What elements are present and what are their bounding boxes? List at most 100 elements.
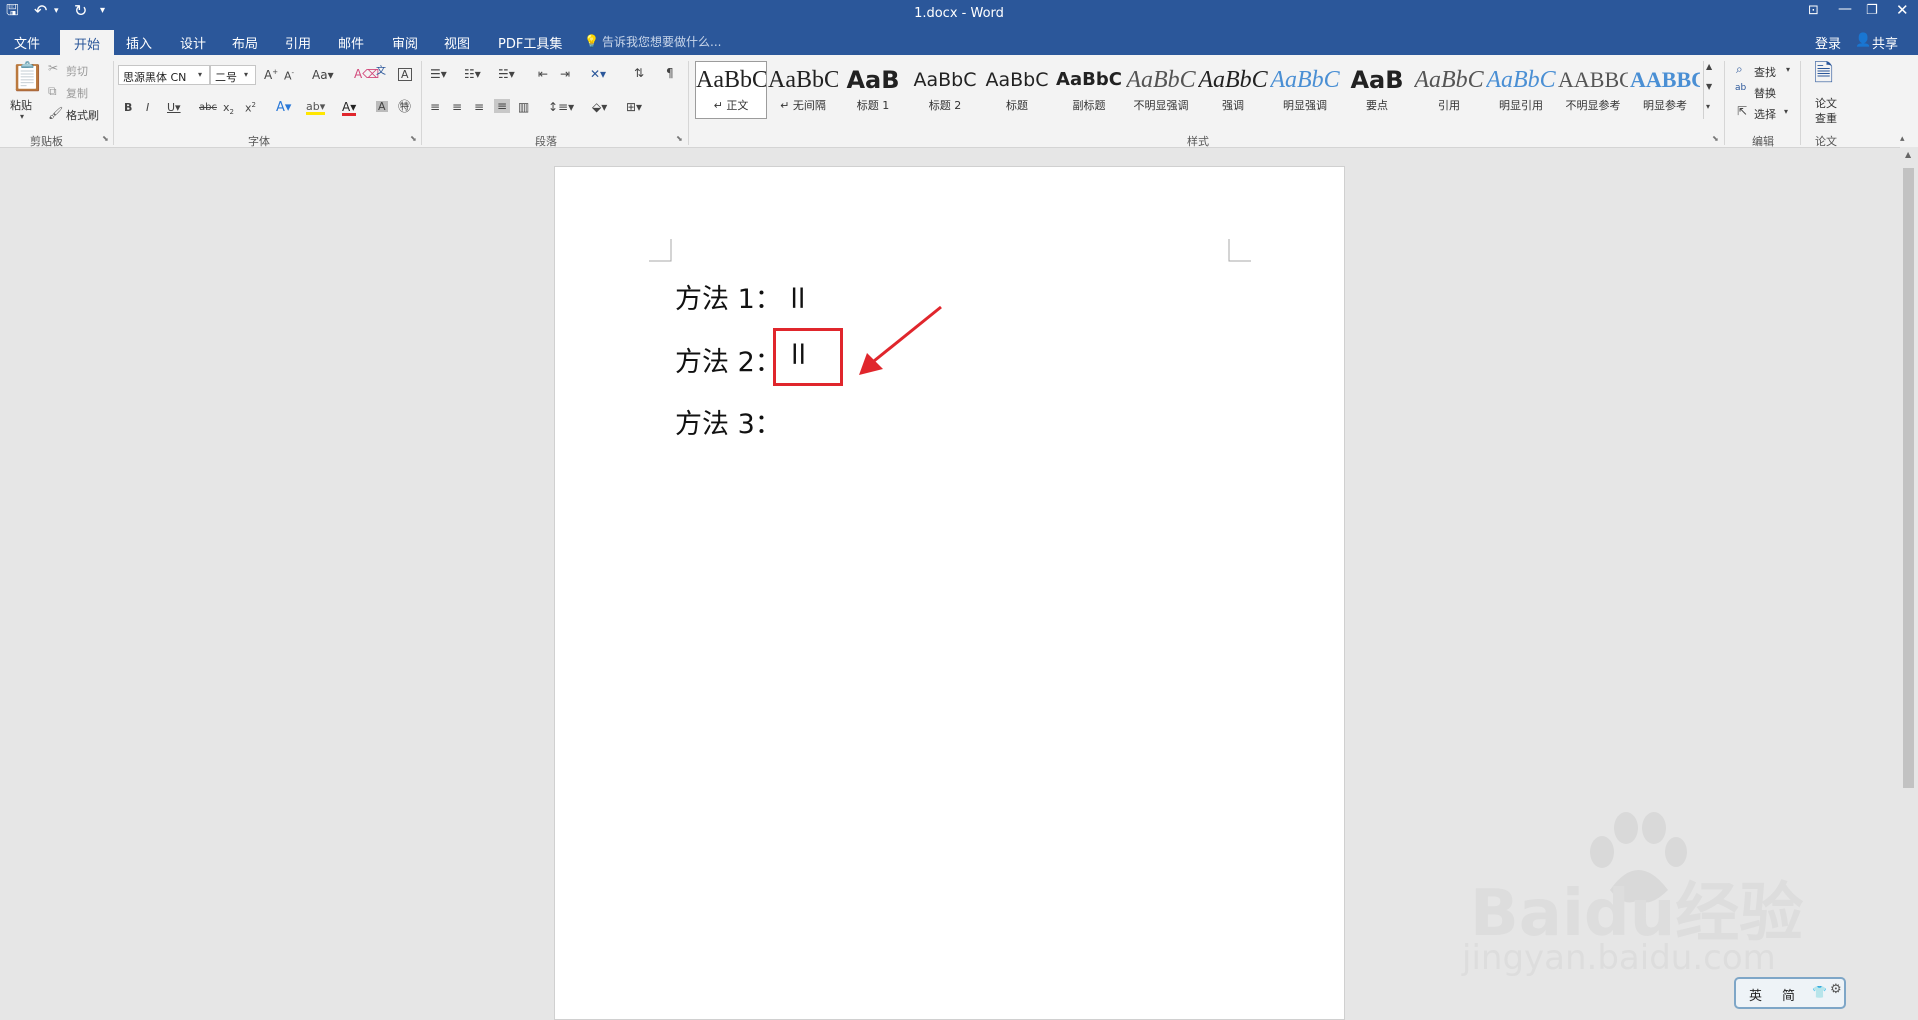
show-marks-icon[interactable]: ¶ bbox=[666, 67, 674, 79]
style-strong[interactable]: AaB 要点 bbox=[1342, 63, 1412, 117]
tab-view[interactable]: 视图 bbox=[444, 33, 470, 52]
dialog-launcher-icon[interactable]: ⬊ bbox=[1712, 135, 1719, 143]
copy-button[interactable]: 复制 bbox=[66, 85, 88, 101]
shading-icon[interactable]: ⬙▾ bbox=[592, 101, 607, 113]
cut-button[interactable]: 剪切 bbox=[66, 63, 88, 79]
scroll-up-arrow-icon[interactable]: ▲ bbox=[1905, 151, 1911, 159]
style-heading-2[interactable]: AaBbC 标题 2 bbox=[910, 63, 980, 117]
align-right-icon[interactable]: ≡ bbox=[474, 101, 484, 113]
align-left-icon[interactable]: ≡ bbox=[430, 101, 440, 113]
bullets-icon[interactable]: ☰▾ bbox=[430, 68, 447, 80]
font-color-icon[interactable]: A▾ bbox=[342, 101, 357, 116]
style-intense-quote[interactable]: AaBbC 明显引用 bbox=[1486, 63, 1556, 117]
collapse-ribbon-icon[interactable]: ▴ bbox=[1900, 135, 1905, 144]
tab-review[interactable]: 审阅 bbox=[392, 33, 418, 52]
style-subtitle[interactable]: AaBbC 副标题 bbox=[1054, 63, 1124, 117]
style-quote[interactable]: AaBbC 引用 bbox=[1414, 63, 1484, 117]
paper-check-button-line1[interactable]: 论文 bbox=[1815, 95, 1837, 111]
borders-icon[interactable]: ⊞▾ bbox=[626, 101, 642, 113]
distributed-icon[interactable]: ▥ bbox=[518, 101, 529, 113]
text-effects-icon[interactable]: A▾ bbox=[276, 101, 291, 114]
login-link[interactable]: 登录 bbox=[1815, 33, 1841, 52]
justify-icon[interactable]: ≡ bbox=[494, 99, 511, 113]
document-line-3[interactable]: 方法 3： bbox=[675, 402, 782, 441]
tab-file[interactable]: 文件 bbox=[14, 33, 40, 52]
paste-dropdown-icon[interactable]: ▾ bbox=[20, 113, 24, 121]
enclose-character-icon[interactable]: ㊕ bbox=[398, 101, 411, 114]
document-line-2[interactable]: 方法 2： bbox=[675, 340, 782, 379]
ime-lang-toggle[interactable]: 英 bbox=[1749, 985, 1762, 1004]
tab-insert[interactable]: 插入 bbox=[126, 33, 152, 52]
replace-button[interactable]: 替换 bbox=[1754, 85, 1776, 101]
subscript-icon[interactable]: x2 bbox=[223, 102, 234, 116]
scrollbar-thumb[interactable] bbox=[1903, 168, 1914, 788]
restore-icon[interactable]: ❐ bbox=[1866, 4, 1878, 17]
style-subtle-reference[interactable]: AABBC 不明显参考 bbox=[1558, 63, 1628, 117]
numbering-icon[interactable]: ☷▾ bbox=[464, 68, 481, 80]
format-painter-button[interactable]: 格式刷 bbox=[66, 107, 99, 123]
style-heading-1[interactable]: AaB 标题 1 bbox=[838, 63, 908, 117]
dialog-launcher-icon[interactable]: ⬊ bbox=[676, 135, 683, 143]
align-center-icon[interactable]: ≡ bbox=[452, 101, 462, 113]
dialog-launcher-icon[interactable]: ⬊ bbox=[410, 135, 417, 143]
style-intense-emphasis[interactable]: AaBbC 明显强调 bbox=[1270, 63, 1340, 117]
ime-toolbar[interactable]: 英 简 👕 ⚙ bbox=[1734, 977, 1846, 1009]
chevron-down-icon[interactable]: ▾ bbox=[1784, 108, 1788, 116]
grow-font-icon[interactable]: A+ bbox=[264, 69, 278, 82]
shirt-icon[interactable]: 👕 bbox=[1812, 986, 1827, 998]
ime-mode-toggle[interactable]: 简 bbox=[1782, 985, 1795, 1004]
chevron-down-icon[interactable]: ▾ bbox=[198, 71, 202, 79]
font-name-combo[interactable]: 思源黑体 CN bbox=[118, 65, 210, 85]
chevron-down-icon[interactable]: ▾ bbox=[244, 71, 248, 79]
style-intense-reference[interactable]: AABBC 明显参考 bbox=[1630, 63, 1700, 117]
find-button[interactable]: 查找 bbox=[1754, 64, 1776, 80]
superscript-icon[interactable]: x2 bbox=[245, 102, 256, 114]
shrink-font-icon[interactable]: A- bbox=[284, 70, 294, 82]
tab-home[interactable]: 开始 bbox=[60, 30, 115, 55]
tab-layout[interactable]: 布局 bbox=[232, 33, 258, 52]
tab-references[interactable]: 引用 bbox=[285, 33, 311, 52]
tab-design[interactable]: 设计 bbox=[180, 33, 206, 52]
document-line-1[interactable]: 方法 1： ll bbox=[675, 277, 805, 316]
minimize-icon[interactable]: — bbox=[1838, 2, 1852, 16]
format-painter-icon[interactable]: 🖌 bbox=[48, 107, 63, 119]
ime-settings-icon[interactable]: ⚙ bbox=[1830, 983, 1842, 996]
copy-icon[interactable]: ⧉ bbox=[48, 85, 57, 97]
phonetic-guide-icon[interactable]: 文 bbox=[376, 67, 386, 77]
chinese-layout-icon[interactable]: ✕▾ bbox=[590, 68, 606, 80]
style-emphasis[interactable]: AaBbC 强调 bbox=[1198, 63, 1268, 117]
gallery-more-icon[interactable]: ▾ bbox=[1706, 103, 1710, 111]
increase-indent-icon[interactable]: ⇥ bbox=[560, 68, 570, 80]
multilevel-list-icon[interactable]: ☵▾ bbox=[498, 68, 515, 80]
strikethrough-icon[interactable]: abc bbox=[199, 103, 217, 113]
select-button[interactable]: 选择 bbox=[1754, 106, 1776, 122]
sort-icon[interactable]: ⇅ bbox=[634, 67, 644, 79]
underline-icon[interactable]: U▾ bbox=[167, 102, 181, 113]
tab-pdf-tools[interactable]: PDF工具集 bbox=[498, 33, 562, 52]
bold-icon[interactable]: B bbox=[124, 102, 132, 113]
cut-icon[interactable]: ✂ bbox=[48, 62, 58, 74]
close-icon[interactable]: ✕ bbox=[1896, 3, 1909, 18]
font-size-combo[interactable]: 二号 bbox=[210, 65, 256, 85]
character-border-icon[interactable]: A bbox=[398, 68, 412, 81]
style-no-spacing[interactable]: AaBbC ↵ 无间隔 bbox=[768, 63, 838, 117]
paste-icon[interactable]: 📋 bbox=[10, 63, 45, 91]
ribbon-display-options-icon[interactable]: ⊡ bbox=[1808, 4, 1819, 17]
paper-check-button-line2[interactable]: 查重 bbox=[1815, 110, 1837, 126]
paper-check-icon[interactable]: 🗎 bbox=[1814, 61, 1833, 85]
dialog-launcher-icon[interactable]: ⬊ bbox=[102, 135, 109, 143]
line-spacing-icon[interactable]: ↕≡▾ bbox=[548, 101, 574, 113]
scroll-up-icon[interactable]: ▲ bbox=[1706, 63, 1712, 71]
document-page[interactable]: 方法 1： ll 方法 2： 方法 3： ll bbox=[554, 166, 1345, 1020]
change-case-icon[interactable]: Aa▾ bbox=[312, 69, 334, 81]
share-button[interactable]: 共享 bbox=[1872, 33, 1898, 52]
tell-me-search[interactable]: 告诉我您想要做什么... bbox=[602, 33, 721, 50]
paste-button[interactable]: 粘贴 bbox=[10, 97, 32, 113]
character-shading-icon[interactable]: A bbox=[376, 101, 388, 112]
style-normal[interactable]: AaBbC ↵ 正文 bbox=[696, 63, 766, 117]
style-subtle-emphasis[interactable]: AaBbC 不明显强调 bbox=[1126, 63, 1196, 117]
scroll-down-icon[interactable]: ▼ bbox=[1706, 83, 1712, 91]
highlight-icon[interactable]: ab▾ bbox=[306, 101, 326, 115]
tab-mailings[interactable]: 邮件 bbox=[338, 33, 364, 52]
decrease-indent-icon[interactable]: ⇤ bbox=[538, 68, 548, 80]
